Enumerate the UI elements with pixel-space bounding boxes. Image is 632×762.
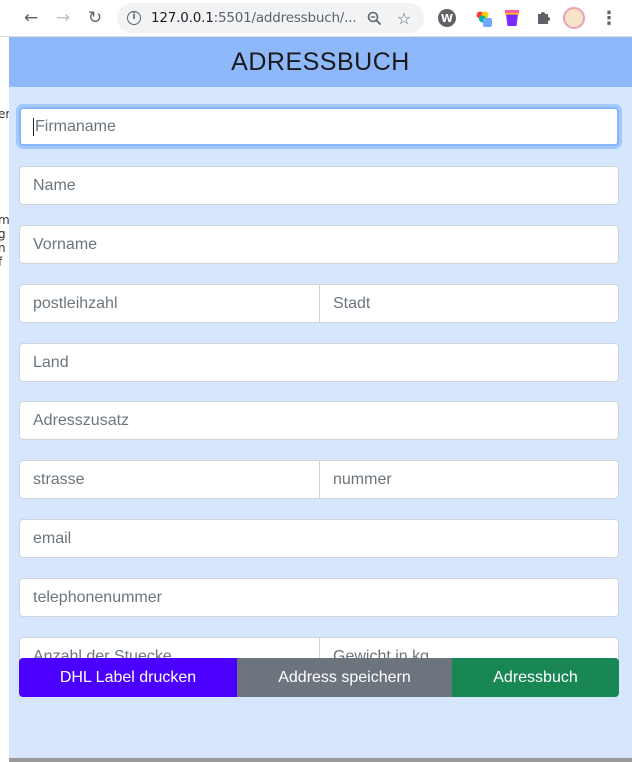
nummer-input[interactable]: nummer — [319, 460, 619, 499]
name-input[interactable]: Name — [19, 166, 619, 205]
email-input[interactable]: email — [19, 519, 619, 558]
background-window-sliver: er m g n f — [0, 37, 10, 762]
email-placeholder: email — [33, 529, 72, 547]
vorname-input[interactable]: Vorname — [19, 225, 619, 264]
reload-icon[interactable]: ↻ — [82, 6, 108, 30]
land-placeholder: Land — [33, 353, 69, 371]
nummer-placeholder: nummer — [333, 470, 392, 488]
star-icon[interactable]: ☆ — [394, 8, 414, 28]
info-icon[interactable]: i — [125, 9, 143, 27]
sliver-text: f — [0, 255, 3, 269]
address-bar[interactable]: i 127.0.0.1:5501/addressbuch/... ☆ — [117, 3, 424, 33]
stadt-input[interactable]: Stadt — [319, 284, 619, 323]
vorname-placeholder: Vorname — [33, 235, 98, 253]
action-button-group: DHL Label drucken Address speichern Adre… — [19, 658, 619, 697]
text-caret — [33, 117, 34, 136]
profile-avatar[interactable] — [563, 7, 585, 29]
url-text[interactable]: 127.0.0.1:5501/addressbuch/... — [151, 10, 357, 26]
addressbook-button[interactable]: Adressbuch — [452, 658, 619, 697]
sliver-text: n — [0, 241, 6, 255]
telephonenummer-placeholder: telephonenummer — [33, 588, 162, 606]
adresszusatz-input[interactable]: Adresszusatz — [19, 401, 619, 440]
sliver-text: g — [0, 227, 6, 241]
addressbook-app: ADRESSBUCH Firmaname Name Vorname postle… — [9, 37, 632, 762]
postleihzahl-placeholder: postleihzahl — [33, 294, 118, 312]
postleihzahl-input[interactable]: postleihzahl — [19, 284, 320, 323]
save-address-button[interactable]: Address speichern — [237, 658, 452, 697]
wordpress-extension-icon[interactable]: W — [436, 7, 458, 29]
strasse-input[interactable]: strasse — [19, 460, 320, 499]
arrow-right-icon[interactable]: → — [50, 6, 76, 30]
browser-toolbar: ← → ↻ i 127.0.0.1:5501/addressbuch/... ☆… — [0, 0, 632, 37]
kebab-menu-icon[interactable]: ⋮ — [598, 7, 620, 29]
puzzle-icon[interactable] — [532, 7, 554, 29]
bucket-extension-icon[interactable] — [501, 7, 523, 29]
land-input[interactable]: Land — [19, 343, 619, 382]
color-picker-extension-icon[interactable] — [472, 7, 494, 29]
firmaname-placeholder: Firmaname — [35, 117, 116, 135]
strasse-placeholder: strasse — [33, 470, 85, 488]
name-placeholder: Name — [33, 176, 76, 194]
stadt-placeholder: Stadt — [333, 294, 371, 312]
dhl-label-button[interactable]: DHL Label drucken — [19, 658, 237, 697]
zoom-icon[interactable] — [364, 8, 384, 28]
page-header: ADRESSBUCH — [9, 37, 632, 87]
window-bottom-edge — [9, 758, 632, 762]
firmaname-input[interactable]: Firmaname — [19, 107, 619, 146]
telephonenummer-input[interactable]: telephonenummer — [19, 578, 619, 617]
adresszusatz-placeholder: Adresszusatz — [33, 411, 130, 429]
arrow-left-icon[interactable]: ← — [18, 6, 44, 30]
page-title: ADRESSBUCH — [231, 47, 410, 76]
